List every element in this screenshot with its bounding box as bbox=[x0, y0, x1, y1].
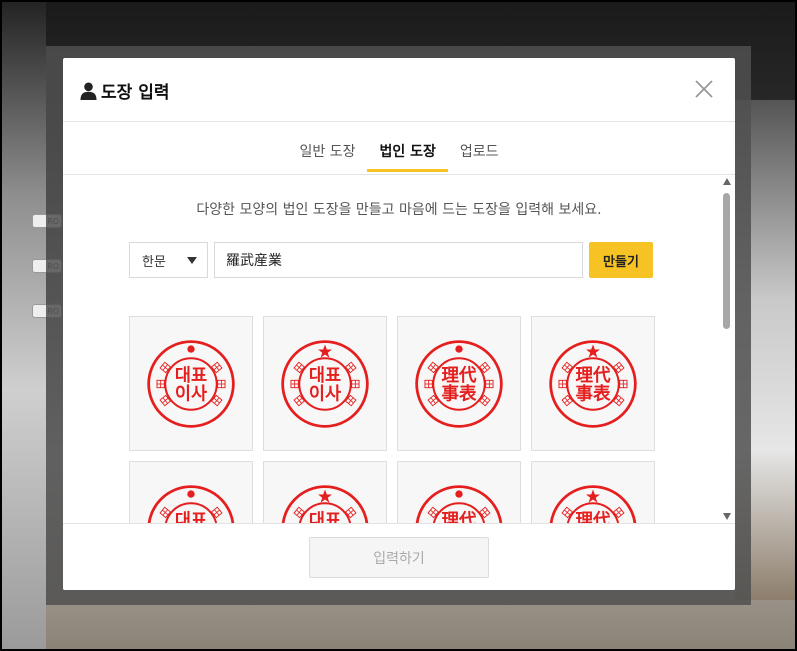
corporate-stamp-image: 대표이사 bbox=[281, 339, 369, 428]
scroll-down-arrow-icon[interactable] bbox=[723, 513, 731, 520]
scrollbar[interactable] bbox=[721, 175, 733, 523]
stamp-option-card[interactable]: 理代事表 bbox=[397, 316, 521, 451]
dialog-header: 도장 입력 bbox=[63, 58, 735, 122]
dialog-title: 도장 입력 bbox=[101, 83, 170, 103]
stamp-type-tabs: 일반 도장 법인 도장 업로드 bbox=[63, 122, 735, 175]
stamp-center-text: 事表 bbox=[576, 383, 611, 404]
stamp-option-card[interactable]: 대표이사 bbox=[263, 461, 387, 523]
stamp-center-text: 理代 bbox=[576, 510, 611, 523]
stamp-center-text: 이사 bbox=[309, 384, 341, 404]
stamp-option-card[interactable]: 대표이사 bbox=[263, 316, 387, 451]
script-select[interactable]: 한문 bbox=[129, 242, 208, 278]
corporate-stamp-image: 理代事表 bbox=[549, 484, 637, 523]
make-button[interactable]: 만들기 bbox=[589, 242, 653, 278]
stamp-center-text: 理代 bbox=[442, 365, 477, 386]
background-left-panel bbox=[0, 0, 46, 651]
company-name-input[interactable] bbox=[214, 242, 583, 278]
scrollbar-thumb[interactable] bbox=[723, 193, 730, 329]
stamp-option-card[interactable]: 理代事表 bbox=[397, 461, 521, 523]
scroll-up-arrow-icon[interactable] bbox=[723, 178, 731, 185]
stamp-grid: 대표 이사 대표 이사 理代 事表 理代 事表 대표 대표 理代 理代 bbox=[129, 316, 655, 523]
stamp-center-text: 대표 bbox=[175, 366, 207, 386]
tab-corporate-stamp[interactable]: 법인 도장 bbox=[367, 122, 449, 172]
dialog-footer: 입력하기 bbox=[63, 523, 735, 590]
stamp-form: 한문 만들기 bbox=[129, 242, 653, 278]
script-select-value: 한문 bbox=[142, 254, 166, 270]
corporate-stamp-image: 理代事表 bbox=[549, 339, 637, 428]
corporate-stamp-image: 대표이사 bbox=[147, 339, 235, 428]
stamp-center-text: 대표 bbox=[309, 511, 341, 523]
stamp-center-text: 대표 bbox=[175, 511, 207, 523]
tab-upload[interactable]: 업로드 bbox=[448, 122, 511, 171]
dropdown-arrow-icon bbox=[187, 256, 197, 264]
person-icon bbox=[80, 82, 97, 100]
stamp-option-card[interactable]: 理代事表 bbox=[531, 461, 655, 523]
description-text: 다양한 모양의 법인 도장을 만들고 마음에 드는 도장을 입력해 보세요. bbox=[196, 202, 602, 218]
stamp-center-text: 理代 bbox=[442, 510, 477, 523]
stamp-input-dialog: 도장 입력 일반 도장 법인 도장 업로드 다양한 모양의 법인 도장을 만들고… bbox=[63, 58, 735, 590]
corporate-stamp-image: 理代事表 bbox=[415, 339, 503, 428]
stamp-option-card[interactable]: 대표이사 bbox=[129, 316, 253, 451]
submit-button[interactable]: 입력하기 bbox=[309, 537, 489, 578]
dialog-title-group: 도장 입력 bbox=[80, 78, 169, 103]
close-icon[interactable] bbox=[693, 78, 715, 100]
corporate-stamp-image: 대표이사 bbox=[281, 484, 369, 523]
corporate-stamp-image: 대표이사 bbox=[147, 484, 235, 523]
corporate-stamp-image: 理代事表 bbox=[415, 484, 503, 523]
stamp-option-card[interactable]: 대표이사 bbox=[129, 461, 253, 523]
stamp-option-card[interactable]: 理代事表 bbox=[531, 316, 655, 451]
stamp-center-text: 理代 bbox=[576, 365, 611, 386]
tab-general-stamp[interactable]: 일반 도장 bbox=[287, 122, 367, 171]
stamp-center-text: 대표 bbox=[309, 366, 341, 386]
tab-content: 다양한 모양의 법인 도장을 만들고 마음에 드는 도장을 입력해 보세요. 한… bbox=[63, 175, 735, 523]
stamp-center-text: 事表 bbox=[442, 383, 477, 404]
stamp-center-text: 이사 bbox=[175, 384, 207, 404]
